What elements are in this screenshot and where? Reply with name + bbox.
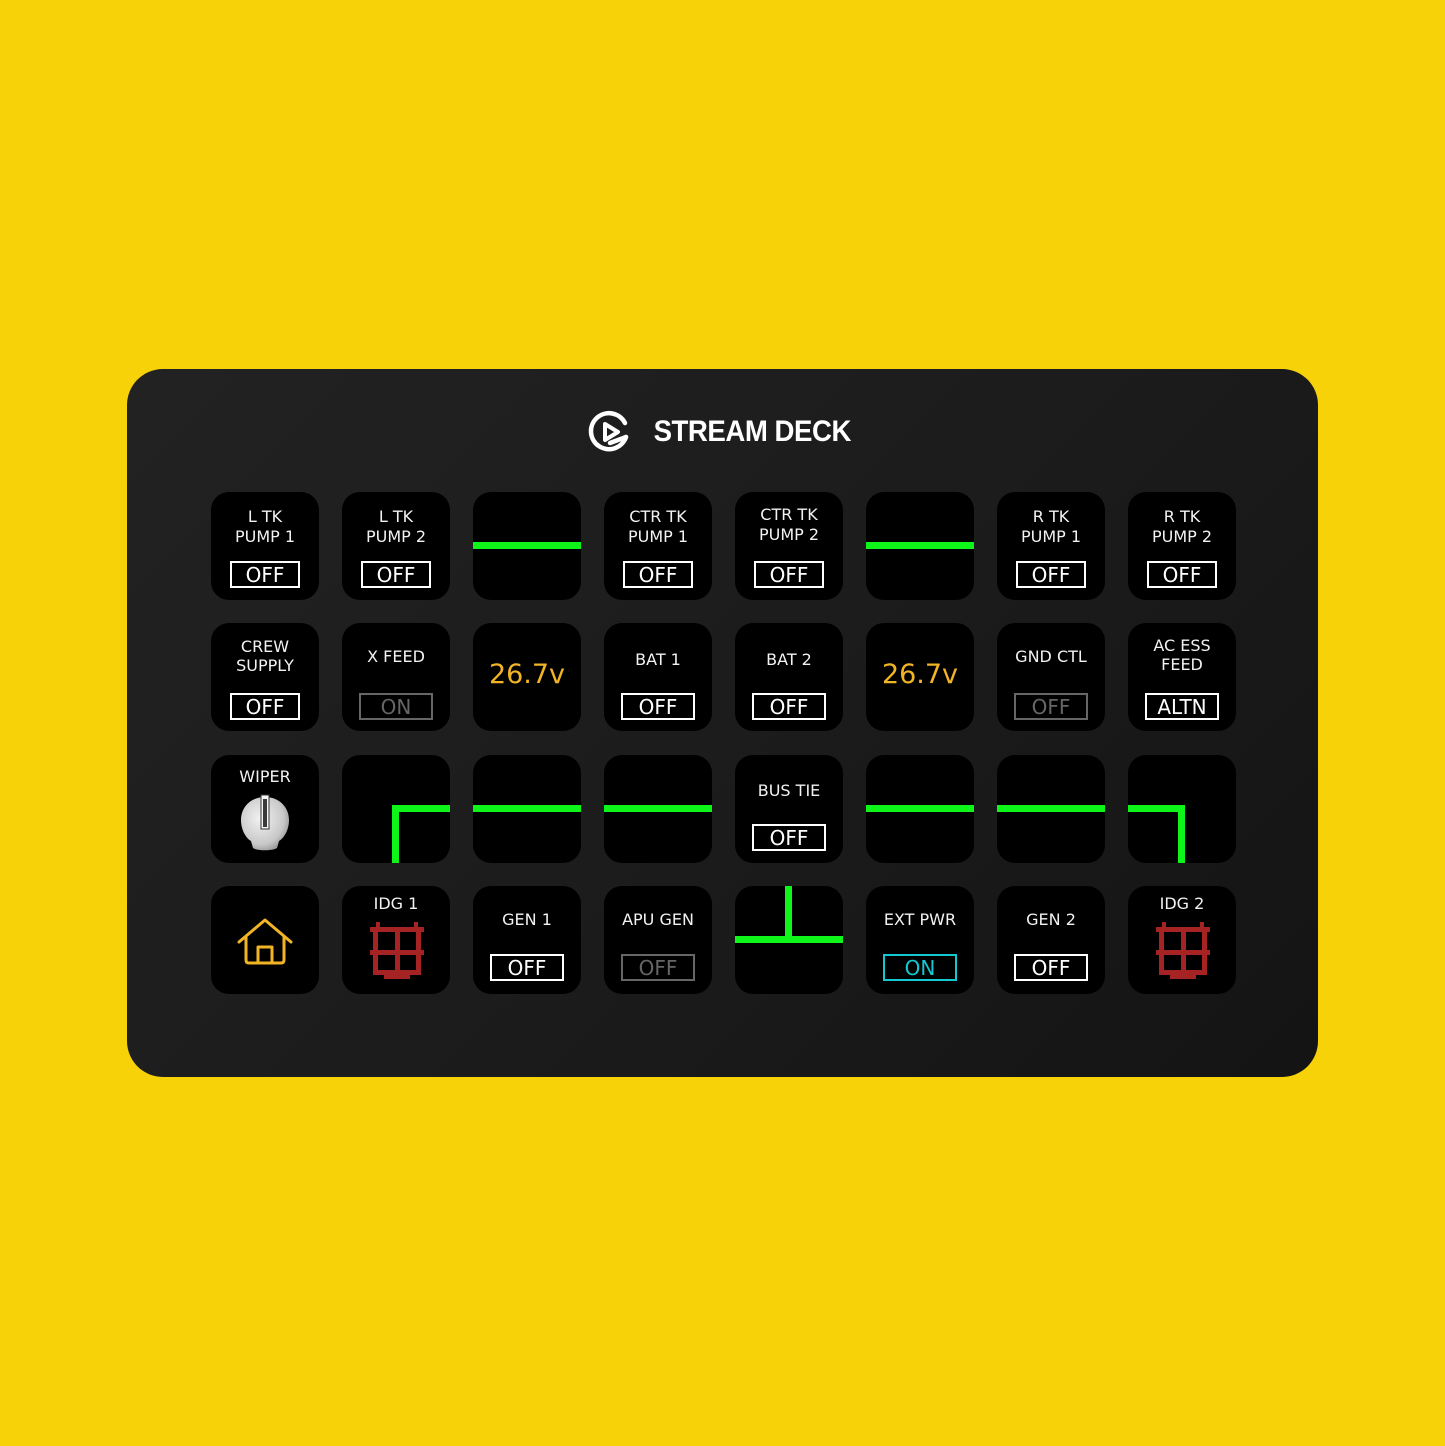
state-indicator: OFF <box>1147 561 1217 588</box>
key-label: IDG 1 <box>373 894 419 913</box>
brand-header: STREAM DECK <box>127 407 1318 457</box>
bus-line-vertical <box>785 886 792 942</box>
key-label: PUMP 2 <box>758 525 820 544</box>
state-indicator: ON <box>359 693 433 720</box>
key-gen-2[interactable]: GEN 2 OFF <box>997 886 1105 994</box>
key-label: PUMP 1 <box>1020 527 1082 546</box>
key-bus-line-tee[interactable] <box>735 886 843 994</box>
key-x-feed[interactable]: X FEED ON <box>342 623 450 731</box>
state-indicator: OFF <box>752 824 826 851</box>
state-indicator: OFF <box>623 561 693 588</box>
idg-guard-icon <box>370 922 424 979</box>
key-label: BUS TIE <box>757 781 821 800</box>
voltage-readout: 26.7v <box>488 659 566 690</box>
state-indicator: OFF <box>754 561 824 588</box>
voltage-readout: 26.7v <box>881 659 959 690</box>
key-idg-1[interactable]: IDG 1 <box>342 886 450 994</box>
bus-line-horizontal <box>604 805 712 812</box>
key-label: L TK <box>378 507 414 526</box>
key-label: PUMP 1 <box>234 527 296 546</box>
state-indicator: OFF <box>361 561 431 588</box>
key-wiper[interactable]: WIPER <box>211 755 319 863</box>
key-ctr-tk-pump-2[interactable]: CTR TK PUMP 2 OFF <box>735 492 843 600</box>
key-bus-line-corner[interactable] <box>342 755 450 863</box>
key-home[interactable] <box>211 886 319 994</box>
state-indicator: OFF <box>1016 561 1086 588</box>
bus-line-horizontal <box>473 805 581 812</box>
key-crew-supply[interactable]: CREW SUPPLY OFF <box>211 623 319 731</box>
key-label: BAT 1 <box>635 650 681 669</box>
key-label: PUMP 2 <box>365 527 427 546</box>
key-label: CTR TK <box>760 505 818 524</box>
idg-guard-icon <box>1156 922 1210 979</box>
key-label: PUMP 1 <box>627 527 689 546</box>
key-bat-2-voltage[interactable]: 26.7v <box>866 623 974 731</box>
key-label: IDG 2 <box>1159 894 1205 913</box>
key-bat-1[interactable]: BAT 1 OFF <box>604 623 712 731</box>
key-ac-ess-feed[interactable]: AC ESS FEED ALTN <box>1128 623 1236 731</box>
key-gen-1[interactable]: GEN 1 OFF <box>473 886 581 994</box>
state-indicator: OFF <box>230 693 300 720</box>
state-indicator: OFF <box>490 954 564 981</box>
key-label: GEN 2 <box>1026 910 1076 929</box>
key-label: SUPPLY <box>236 656 294 675</box>
key-label: R TK <box>1163 507 1201 526</box>
home-icon <box>237 918 293 965</box>
key-label: CREW <box>240 637 290 656</box>
state-indicator: OFF <box>1014 693 1088 720</box>
key-r-tk-pump-2[interactable]: R TK PUMP 2 OFF <box>1128 492 1236 600</box>
key-label: PUMP 2 <box>1151 527 1213 546</box>
key-ctr-tk-pump-1[interactable]: CTR TK PUMP 1 OFF <box>604 492 712 600</box>
key-label: AC ESS <box>1153 636 1211 655</box>
state-indicator: OFF <box>621 693 695 720</box>
key-label: WIPER <box>239 767 291 786</box>
key-bus-line-horizontal[interactable] <box>473 492 581 600</box>
state-indicator: OFF <box>230 561 300 588</box>
key-bus-line-horizontal[interactable] <box>473 755 581 863</box>
bus-line-horizontal <box>866 542 974 549</box>
bus-line-horizontal <box>735 936 843 943</box>
state-indicator: OFF <box>752 693 826 720</box>
key-bus-line-corner[interactable] <box>1128 755 1236 863</box>
key-apu-gen[interactable]: APU GEN OFF <box>604 886 712 994</box>
key-label: GEN 1 <box>502 910 552 929</box>
stream-deck-device: STREAM DECK L TK PUMP 1 OFF L TK PUMP 2 … <box>127 369 1318 1077</box>
key-label: R TK <box>1032 507 1070 526</box>
state-indicator: OFF <box>621 954 695 981</box>
key-bus-line-horizontal[interactable] <box>866 492 974 600</box>
key-bus-line-horizontal[interactable] <box>604 755 712 863</box>
key-bus-line-horizontal[interactable] <box>997 755 1105 863</box>
key-label: BAT 2 <box>766 650 812 669</box>
key-label: FEED <box>1161 655 1203 674</box>
key-label: X FEED <box>367 647 425 666</box>
key-gnd-ctl[interactable]: GND CTL OFF <box>997 623 1105 731</box>
rotary-knob-icon <box>241 794 289 851</box>
key-idg-2[interactable]: IDG 2 <box>1128 886 1236 994</box>
brand-name: STREAM DECK <box>653 415 852 448</box>
state-indicator: OFF <box>1014 954 1088 981</box>
state-indicator: ON <box>883 954 957 981</box>
state-indicator: ALTN <box>1145 693 1219 720</box>
bus-line-vertical <box>392 805 399 863</box>
key-l-tk-pump-1[interactable]: L TK PUMP 1 OFF <box>211 492 319 600</box>
bus-line-horizontal <box>473 542 581 549</box>
key-bus-line-horizontal[interactable] <box>866 755 974 863</box>
key-label: L TK <box>247 507 283 526</box>
bus-line-horizontal <box>997 805 1105 812</box>
elgato-logo-icon <box>588 410 629 452</box>
bus-line-horizontal <box>1128 805 1185 812</box>
key-bus-tie[interactable]: BUS TIE OFF <box>735 755 843 863</box>
key-r-tk-pump-1[interactable]: R TK PUMP 1 OFF <box>997 492 1105 600</box>
key-label: CTR TK <box>629 507 687 526</box>
key-ext-pwr[interactable]: EXT PWR ON <box>866 886 974 994</box>
bus-line-horizontal <box>866 805 974 812</box>
key-l-tk-pump-2[interactable]: L TK PUMP 2 OFF <box>342 492 450 600</box>
key-bat-1-voltage[interactable]: 26.7v <box>473 623 581 731</box>
bus-line-horizontal <box>392 805 450 812</box>
key-label: GND CTL <box>1015 647 1087 666</box>
key-bat-2[interactable]: BAT 2 OFF <box>735 623 843 731</box>
key-label: APU GEN <box>622 910 694 929</box>
bus-line-vertical <box>1178 805 1185 863</box>
key-label: EXT PWR <box>883 910 957 929</box>
